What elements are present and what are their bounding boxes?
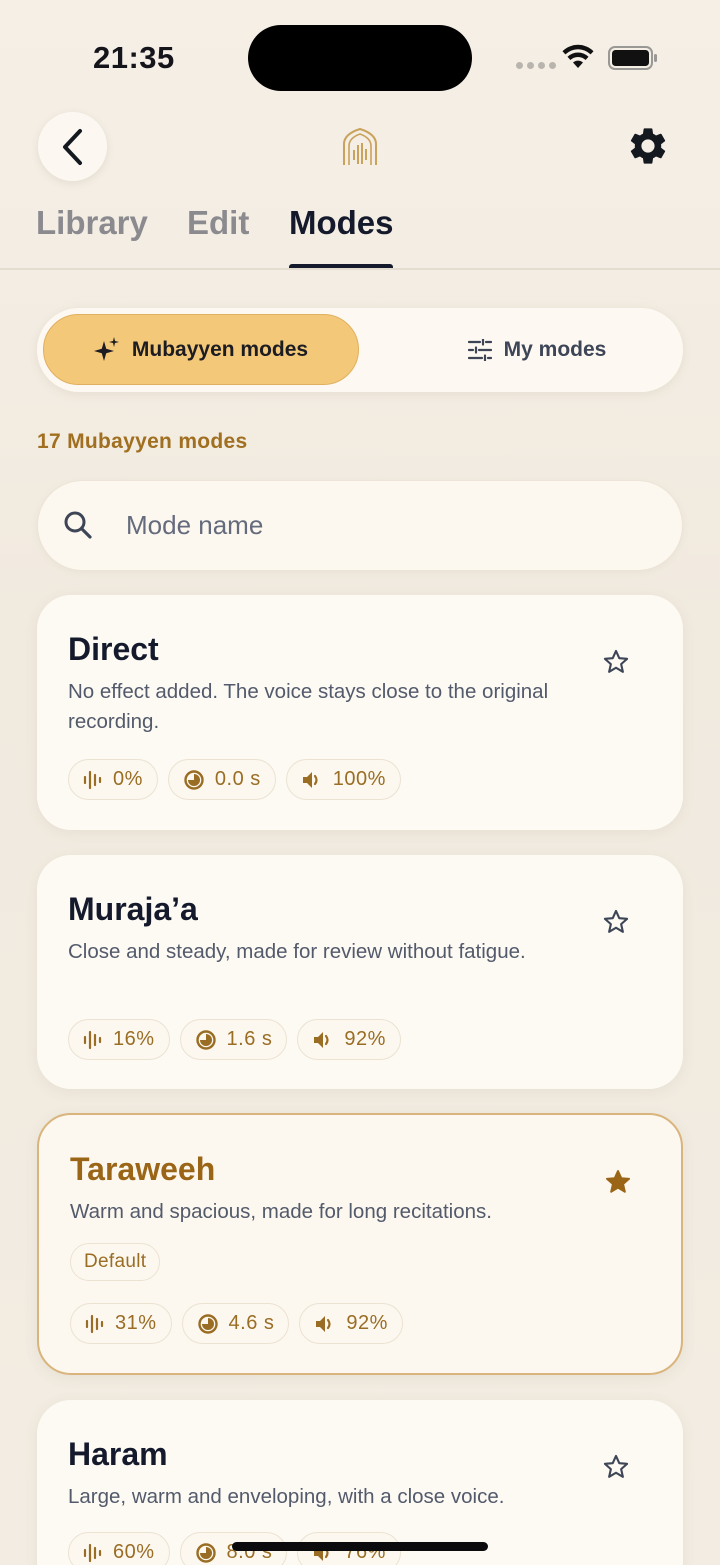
mode-description: No effect added. The voice stays close t… [68,680,549,733]
modes-segmented-control: Mubayyen modes My modes [37,308,683,392]
reverb-chip: 31% [70,1303,172,1344]
waveform-icon [83,770,102,789]
my-modes-button[interactable]: My modes [397,314,677,385]
gear-icon[interactable] [626,124,670,168]
sparkles-icon [93,336,119,361]
my-modes-label: My modes [503,337,607,361]
mode-card-murajaa[interactable]: Muraja’a Close and steady, made for revi… [37,855,683,1089]
decay-timer-icon [195,1542,216,1563]
back-button[interactable] [38,112,107,181]
mode-card-haram[interactable]: Haram Large, warm and enveloping, with a… [37,1400,683,1565]
mode-description: Large, warm and enveloping, with a close… [68,1485,505,1508]
wifi-icon [562,44,594,68]
mode-card-taraweeh[interactable]: Taraweeh Warm and spacious, made for lon… [37,1113,683,1375]
default-badge: Default [70,1243,161,1281]
mode-title: Taraweeh [70,1151,216,1187]
waveform-icon [85,1314,104,1333]
tab-edit[interactable]: Edit [187,204,249,242]
tab-modes[interactable]: Modes [289,204,394,242]
battery-icon [608,46,657,70]
status-time: 21:35 [93,40,175,75]
reverb-value: 60% [113,1541,155,1563]
volume-value: 92% [346,1312,388,1334]
speaker-icon [302,771,318,788]
reverb-chip: 0% [68,759,158,800]
decay-timer-icon [184,769,204,790]
decay-chip: 1.6 s [179,1019,288,1060]
search-icon [64,511,92,539]
reverb-value: 16% [113,1028,155,1050]
mubayyen-modes-button[interactable]: Mubayyen modes [43,314,359,385]
reverb-value: 0% [113,768,143,790]
dynamic-island [248,25,472,91]
mode-description: Warm and spacious, made for long recitat… [70,1200,492,1223]
reverb-value: 31% [115,1312,157,1334]
tabs-divider [0,268,720,270]
cellular-signal-icon [516,62,556,69]
mode-description: Close and steady, made for review withou… [68,940,526,963]
back-arrow-icon [62,128,82,165]
mode-title: Haram [68,1436,168,1472]
volume-chip: 100% [285,759,401,800]
reverb-chip: 16% [68,1019,170,1060]
reverb-chip: 60% [68,1532,170,1565]
tab-library[interactable]: Library [36,204,148,242]
waveform-icon [83,1030,102,1049]
volume-value: 92% [344,1028,386,1050]
mode-title: Muraja’a [68,891,198,927]
star-filled-icon[interactable] [604,1168,632,1196]
decay-timer-icon [195,1029,216,1050]
mode-title: Direct [68,631,159,667]
decay-value: 1.6 s [226,1028,273,1050]
mubayyen-modes-label: Mubayyen modes [131,337,309,361]
modes-count: 17 Mubayyen modes [37,430,248,453]
decay-value: 0.0 s [214,768,261,790]
mode-parameters: 0% 0.0 s 100% [68,759,401,800]
decay-timer-icon [197,1313,218,1334]
search-bar [37,480,683,571]
star-icon[interactable] [602,648,630,676]
modes-screen: 21:35 Library Edit Modes Mubayyen modes … [0,0,720,1565]
mihrab-logo-icon [343,128,377,165]
volume-chip: 92% [299,1303,403,1344]
volume-chip: 92% [297,1019,401,1060]
search-input[interactable] [126,503,646,547]
speaker-icon [316,1315,331,1332]
speaker-icon [314,1031,329,1048]
volume-value: 100% [332,768,386,790]
sliders-icon [467,338,492,361]
home-indicator[interactable] [232,1542,488,1551]
waveform-icon [83,1543,102,1562]
star-icon[interactable] [602,908,630,936]
star-icon[interactable] [602,1453,630,1481]
mode-card-direct[interactable]: Direct No effect added. The voice stays … [37,595,683,830]
mode-parameters: 16% 1.6 s 92% [68,1019,401,1060]
decay-chip: 4.6 s [181,1303,290,1344]
mode-parameters: 31% 4.6 s 92% [70,1303,403,1344]
decay-chip: 0.0 s [167,759,276,800]
decay-value: 4.6 s [228,1312,275,1334]
